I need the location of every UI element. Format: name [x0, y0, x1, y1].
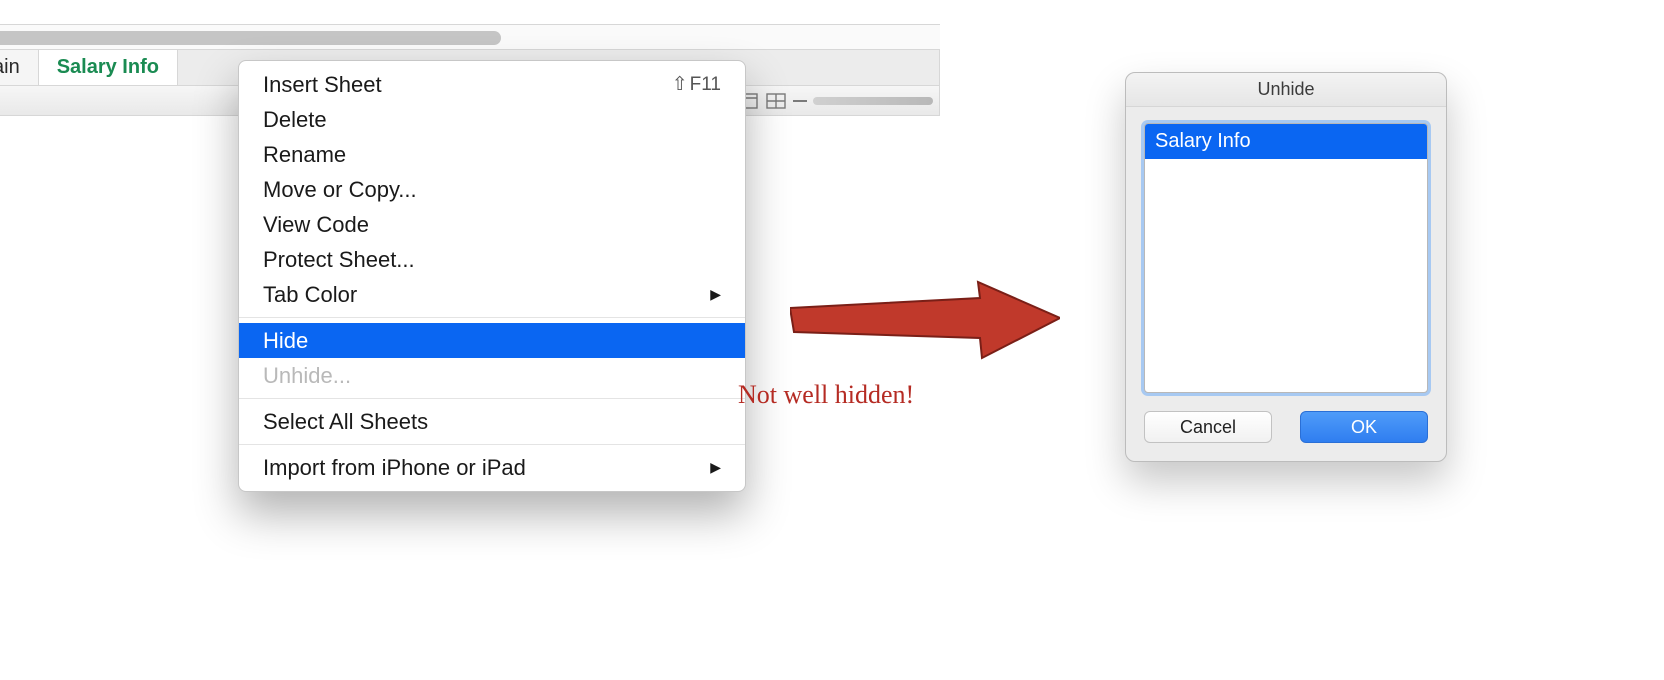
view-page-layout-icon[interactable] [765, 92, 787, 110]
menu-shortcut: ⇧F11 [672, 73, 721, 96]
menu-label: Select All Sheets [263, 409, 428, 435]
shift-key-icon: ⇧ [672, 73, 688, 96]
annotation-text: Not well hidden! [738, 380, 914, 410]
menu-label: View Code [263, 212, 369, 238]
menu-label: Import from iPhone or iPad [263, 455, 526, 481]
cancel-button[interactable]: Cancel [1144, 411, 1272, 443]
menu-item-delete[interactable]: Delete [239, 102, 745, 137]
zoom-out-icon[interactable] [793, 100, 807, 102]
menu-item-insert-sheet[interactable]: Insert Sheet ⇧F11 [239, 67, 745, 102]
menu-label: Tab Color [263, 282, 357, 308]
zoom-slider[interactable] [813, 97, 933, 105]
sheet-tab-salary-info[interactable]: Salary Info [39, 50, 178, 85]
menu-label: Move or Copy... [263, 177, 417, 203]
menu-item-select-all-sheets[interactable]: Select All Sheets [239, 404, 745, 439]
menu-item-import-from-iphone-ipad[interactable]: Import from iPhone or iPad ▶ [239, 450, 745, 485]
menu-separator [239, 444, 745, 445]
submenu-arrow-icon: ▶ [710, 286, 721, 303]
menu-label: Rename [263, 142, 346, 168]
menu-item-protect-sheet[interactable]: Protect Sheet... [239, 242, 745, 277]
menu-item-tab-color[interactable]: Tab Color ▶ [239, 277, 745, 312]
ok-button[interactable]: OK [1300, 411, 1428, 443]
menu-label: Delete [263, 107, 327, 133]
unhide-sheet-listbox[interactable]: Salary Info [1144, 123, 1428, 393]
menu-label: Unhide... [263, 363, 351, 389]
menu-item-rename[interactable]: Rename [239, 137, 745, 172]
menu-separator [239, 398, 745, 399]
scrollbar-thumb[interactable] [0, 31, 501, 45]
submenu-arrow-icon: ▶ [710, 459, 721, 476]
menu-item-hide[interactable]: Hide [239, 323, 745, 358]
menu-item-view-code[interactable]: View Code [239, 207, 745, 242]
menu-label: Protect Sheet... [263, 247, 415, 273]
menu-item-unhide: Unhide... [239, 358, 745, 393]
dialog-title: Unhide [1126, 73, 1446, 107]
menu-label: Insert Sheet [263, 72, 382, 98]
menu-label: Hide [263, 328, 308, 354]
annotation-arrow [790, 280, 1060, 360]
horizontal-scrollbar[interactable] [0, 24, 940, 50]
sheet-tab-main-partial[interactable]: ain [0, 50, 39, 85]
unhide-dialog: Unhide Salary Info Cancel OK [1125, 72, 1447, 462]
sheet-tab-context-menu: Insert Sheet ⇧F11 Delete Rename Move or … [238, 60, 746, 492]
menu-separator [239, 317, 745, 318]
menu-item-move-or-copy[interactable]: Move or Copy... [239, 172, 745, 207]
list-item[interactable]: Salary Info [1145, 124, 1427, 159]
